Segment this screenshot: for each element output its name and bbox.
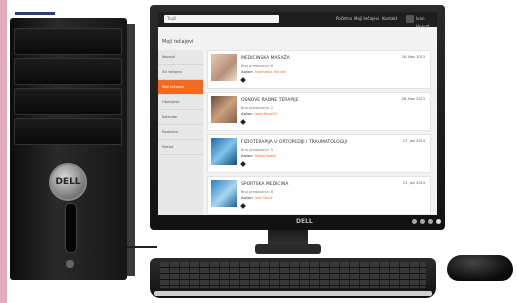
cable bbox=[127, 246, 157, 248]
course-thumbnail bbox=[211, 96, 237, 123]
course-date: 26. Nov 2013 bbox=[401, 55, 425, 59]
monitor: Traži Početna Moji tečajevi Kontakt Ivan… bbox=[150, 5, 445, 230]
sidebar-item-help[interactable]: Pomoć bbox=[158, 140, 203, 155]
monitor-button[interactable] bbox=[428, 219, 433, 224]
course-author: Autor: Josip Kovačić bbox=[241, 112, 277, 116]
keyboard-rows bbox=[160, 262, 426, 288]
tag-icon bbox=[240, 203, 246, 209]
user-name[interactable]: Ivan Horvat bbox=[416, 15, 437, 31]
sidebar-item-news[interactable]: Novosti bbox=[158, 50, 203, 65]
course-title[interactable]: OSNOVE RADNE TERAPIJE bbox=[241, 98, 299, 103]
author-prefix: Autor: bbox=[241, 154, 254, 158]
user-avatar[interactable] bbox=[406, 15, 414, 23]
course-card[interactable]: MEDICINSKA MASAŽA 26. Nov 2013 Broj pred… bbox=[207, 50, 431, 89]
monitor-button[interactable] bbox=[412, 219, 417, 224]
sidebar: Novosti Svi tečajevi Moji tečajevi Obavi… bbox=[158, 50, 203, 215]
keyboard-front-lip bbox=[154, 291, 432, 296]
course-title[interactable]: FIZIOTERAPIJA U ORTOPEDIJI I TRAUMATOLOG… bbox=[241, 140, 347, 145]
drive-bay bbox=[14, 28, 122, 55]
monitor-stand-base bbox=[255, 244, 321, 254]
course-date: 26. Nov 2013 bbox=[401, 97, 425, 101]
course-date: 22. Jan 2014 bbox=[402, 181, 425, 185]
course-date: 27. Jan 2014 bbox=[402, 139, 425, 143]
course-thumbnail bbox=[211, 138, 237, 165]
course-author: Autor: Marko Babić bbox=[241, 154, 276, 158]
sidebar-item-all-courses[interactable]: Svi tečajevi bbox=[158, 65, 203, 80]
course-thumbnail bbox=[211, 180, 237, 207]
mouse[interactable] bbox=[447, 255, 513, 281]
course-card[interactable]: OSNOVE RADNE TERAPIJE 26. Nov 2013 Broj … bbox=[207, 92, 431, 131]
tag-icon bbox=[240, 77, 246, 83]
screen: Traži Početna Moji tečajevi Kontakt Ivan… bbox=[158, 12, 437, 215]
drive-bay bbox=[14, 58, 122, 85]
drive-bay bbox=[14, 118, 122, 145]
course-lessons: Broj predavanja: 2 bbox=[241, 106, 274, 110]
monitor-dell-logo: DELL bbox=[296, 218, 313, 225]
sidebar-item-calendar[interactable]: Kalendar bbox=[158, 110, 203, 125]
author-link[interactable]: Josip Kovačić bbox=[255, 112, 278, 116]
author-prefix: Autor: bbox=[241, 70, 254, 74]
author-link[interactable]: Ivan Marić bbox=[255, 196, 273, 200]
course-lessons: Broj predavanja: 6 bbox=[241, 64, 274, 68]
course-card[interactable]: SPORTSKA MEDICINA 22. Jan 2014 Broj pred… bbox=[207, 176, 431, 215]
course-author: Autor: Ivan Marić bbox=[241, 196, 273, 200]
tag-icon bbox=[240, 161, 246, 167]
nav-link-home[interactable]: Početna bbox=[336, 15, 352, 23]
course-title[interactable]: MEDICINSKA MASAŽA bbox=[241, 56, 290, 61]
power-button[interactable] bbox=[66, 260, 74, 268]
course-lessons: Broj predavanja: 8 bbox=[241, 190, 274, 194]
drive-bay bbox=[14, 88, 122, 115]
search-input[interactable]: Traži bbox=[164, 15, 279, 23]
top-navbar: Traži Početna Moji tečajevi Kontakt Ivan… bbox=[158, 12, 437, 29]
tag-icon bbox=[240, 119, 246, 125]
tower-media-slot bbox=[65, 203, 77, 253]
keyboard[interactable] bbox=[150, 258, 436, 298]
author-link[interactable]: Anamarija Horvat bbox=[255, 70, 286, 74]
course-card[interactable]: FIZIOTERAPIJA U ORTOPEDIJI I TRAUMATOLOG… bbox=[207, 134, 431, 173]
nav-link-contact[interactable]: Kontakt bbox=[382, 15, 397, 23]
page-title: Moji tečajevi bbox=[162, 39, 194, 45]
sidebar-item-notices[interactable]: Obavijesti bbox=[158, 95, 203, 110]
tower-side-panel bbox=[127, 24, 135, 276]
course-lessons: Broj predavanja: 5 bbox=[241, 148, 274, 152]
desktop-tower: DELL bbox=[10, 18, 135, 280]
course-title[interactable]: SPORTSKA MEDICINA bbox=[241, 182, 288, 187]
header-accent-line bbox=[15, 12, 55, 15]
author-prefix: Autor: bbox=[241, 112, 254, 116]
course-list: MEDICINSKA MASAŽA 26. Nov 2013 Broj pred… bbox=[207, 50, 431, 215]
author-prefix: Autor: bbox=[241, 196, 254, 200]
course-author: Autor: Anamarija Horvat bbox=[241, 70, 285, 74]
nav-link-courses[interactable]: Moji tečajevi bbox=[354, 15, 379, 23]
monitor-power-button[interactable] bbox=[436, 219, 441, 224]
tower-dell-logo: DELL bbox=[49, 163, 87, 201]
pink-edge-bar bbox=[0, 0, 7, 303]
author-link[interactable]: Marko Babić bbox=[255, 154, 276, 158]
course-thumbnail bbox=[211, 54, 237, 81]
sidebar-item-settings[interactable]: Postavke bbox=[158, 125, 203, 140]
monitor-button[interactable] bbox=[420, 219, 425, 224]
sidebar-item-my-courses[interactable]: Moji tečajevi bbox=[158, 80, 203, 95]
